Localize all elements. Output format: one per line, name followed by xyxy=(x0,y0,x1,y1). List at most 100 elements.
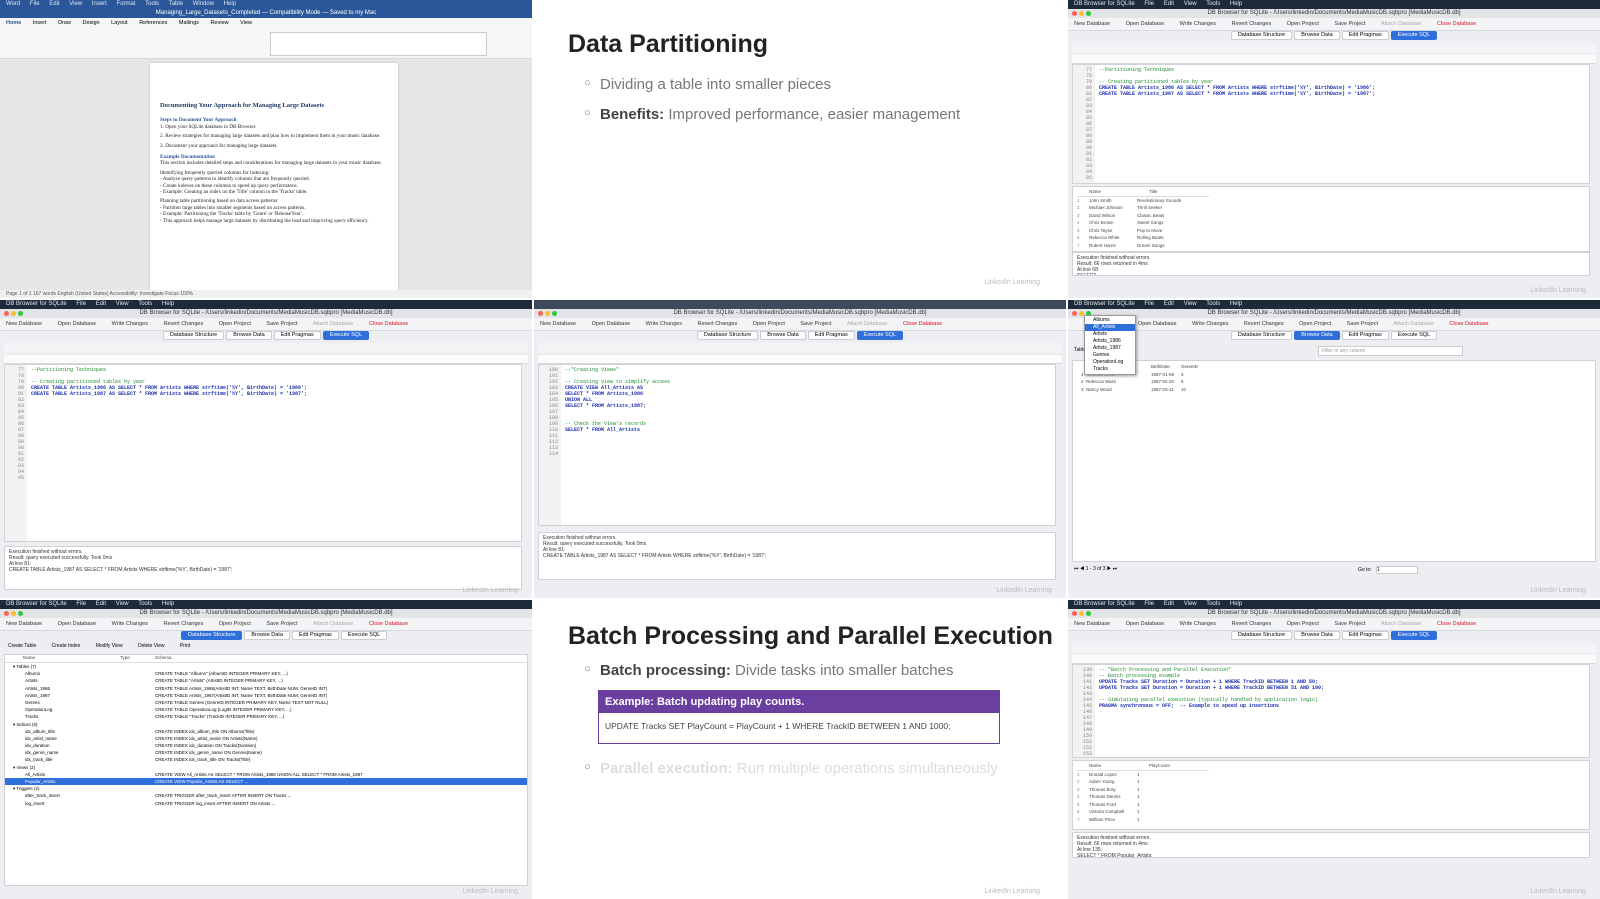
tab-edit-pragmas[interactable]: Edit Pragmas xyxy=(273,331,321,340)
new-database-button[interactable]: New Database xyxy=(6,321,42,327)
menu-file[interactable]: File xyxy=(76,601,86,607)
browse-cell[interactable]: 10 xyxy=(1181,386,1211,394)
result-cell[interactable]: William Price xyxy=(1089,816,1137,824)
browse-row[interactable]: 2 Rebecca Ward 1987-02-26 5 xyxy=(1081,378,1211,386)
tab-browse-data[interactable]: Browse Data xyxy=(1294,331,1340,340)
result-cell[interactable]: Thrill Seeker xyxy=(1137,204,1207,212)
result-column-header[interactable]: Name xyxy=(1077,762,1149,770)
menu-app[interactable]: DB Browser for SQLite xyxy=(6,301,67,307)
tab-execute-sql[interactable]: Execute SQL xyxy=(340,631,388,640)
attach-database-button[interactable]: Attach Database xyxy=(1381,621,1422,627)
menu-view[interactable]: View xyxy=(1184,1,1197,7)
schema-row[interactable]: idx_track_title CREATE INDEX idx_track_ti… xyxy=(5,756,527,763)
menu-format[interactable]: Format xyxy=(117,1,136,7)
tab-edit-pragmas[interactable]: Edit Pragmas xyxy=(1341,31,1389,40)
close-database-button[interactable]: Close Database xyxy=(369,621,408,627)
window-controls[interactable] xyxy=(1072,11,1093,18)
create-index-button[interactable]: Create Index xyxy=(52,643,81,649)
menu-view[interactable]: View xyxy=(116,301,129,307)
open-database-button[interactable]: Open Database xyxy=(1126,621,1165,627)
browse-cell[interactable]: 3 Nancy Wood xyxy=(1081,386,1151,394)
open-project-button[interactable]: Open Project xyxy=(219,621,251,627)
result-cell[interactable]: David Wilson xyxy=(1089,212,1137,220)
sql-editor[interactable]: 77 78 79 80 81 82 83 84 85 86 87 88 89 90 91 92 93 94 95 -… xyxy=(1072,64,1590,184)
attach-database-button[interactable]: Attach Database xyxy=(847,321,888,327)
tab-edit-pragmas[interactable]: Edit Pragmas xyxy=(291,631,339,640)
menu-help[interactable]: Help xyxy=(1230,601,1242,607)
tab-browse-data[interactable]: Browse Data xyxy=(226,331,272,340)
sql-editor[interactable]: 139 140 141 142 143 144 145 146 147 148 149 150 151 1… xyxy=(1072,664,1590,758)
browse-cell[interactable]: 2 Rebecca Ward xyxy=(1081,378,1151,386)
result-cell[interactable]: Chris Taylor xyxy=(1089,227,1137,235)
sql-file-tabs[interactable] xyxy=(1072,655,1596,664)
tab-browse-data[interactable]: Browse Data xyxy=(1294,631,1340,640)
write-changes-button[interactable]: Write Changes xyxy=(646,321,682,327)
table-option[interactable]: All_Artists xyxy=(1085,324,1135,331)
result-row[interactable]: 4 Thomas Dennis 1 xyxy=(1077,793,1209,801)
goto-input[interactable]: 1 xyxy=(1376,566,1419,574)
menu-file[interactable]: File xyxy=(76,301,86,307)
menu-file[interactable]: File xyxy=(1144,1,1154,7)
result-cell[interactable]: Michael Johnson xyxy=(1089,204,1137,212)
browse-cell[interactable]: 5 xyxy=(1181,378,1211,386)
result-cell[interactable]: Thomas Bray xyxy=(1089,786,1137,794)
menu-edit[interactable]: Edit xyxy=(1164,1,1174,7)
window-controls[interactable] xyxy=(4,311,25,318)
sql-editor[interactable]: 100 101 102 103 104 105 106 107 108 109 110 111 112 1… xyxy=(538,364,1056,526)
browse-cell[interactable]: 1987-03-11 xyxy=(1151,386,1181,394)
menu-table[interactable]: Table xyxy=(169,1,183,7)
tab-execute-sql[interactable]: Execute SQL xyxy=(322,331,370,340)
schema-row[interactable]: OperationLog CREATE TABLE OperationLog (L… xyxy=(5,706,527,713)
attach-database-button[interactable]: Attach Database xyxy=(1381,21,1422,27)
menu-insert[interactable]: Insert xyxy=(92,1,107,7)
result-row[interactable]: 1 Donald Lopez 1 xyxy=(1077,771,1209,779)
result-column-header[interactable]: Name xyxy=(1077,188,1149,196)
result-cell[interactable]: Pop to Move xyxy=(1137,227,1207,235)
result-row[interactable]: 7 Robert Harris Dream Songs xyxy=(1077,242,1209,250)
result-row[interactable]: 2 Adam Young 1 xyxy=(1077,778,1209,786)
schema-row[interactable]: log_insert CREATE TRIGGER log_insert AFTE… xyxy=(5,800,527,807)
open-project-button[interactable]: Open Project xyxy=(1299,321,1331,327)
schema-row[interactable]: ▾ Views (2) xyxy=(5,764,527,771)
tab-browse-data[interactable]: Browse Data xyxy=(760,331,806,340)
table-option[interactable]: Artists xyxy=(1085,331,1135,338)
browse-row[interactable]: 3 Nancy Wood 1987-03-11 10 xyxy=(1081,386,1211,394)
open-database-button[interactable]: Open Database xyxy=(58,321,97,327)
tab-browse-data[interactable]: Browse Data xyxy=(1294,31,1340,40)
menu-file[interactable]: File xyxy=(1144,301,1154,307)
result-row[interactable]: 1 John Smith Revolutionary Sounds xyxy=(1077,197,1209,205)
menu-edit[interactable]: Edit xyxy=(96,301,106,307)
table-dropdown[interactable]: Albums All_Artists Artists Artists_1986 Arti… xyxy=(1084,315,1136,375)
new-database-button[interactable]: New Database xyxy=(540,321,576,327)
menu-app[interactable]: DB Browser for SQLite xyxy=(1074,301,1135,307)
menu-edit[interactable]: Edit xyxy=(49,1,59,7)
menu-app[interactable]: DB Browser for SQLite xyxy=(6,601,67,607)
revert-changes-button[interactable]: Revert Changes xyxy=(163,321,203,327)
result-cell[interactable]: Adam Young xyxy=(1089,778,1137,786)
sql-code[interactable]: --"Creating Views" -- Creating view to s… xyxy=(565,367,1053,433)
table-option[interactable]: Albums xyxy=(1085,317,1135,324)
revert-changes-button[interactable]: Revert Changes xyxy=(1231,621,1271,627)
result-cell[interactable]: Robert Harris xyxy=(1089,242,1137,250)
result-cell[interactable]: Donald Lopez xyxy=(1089,771,1137,779)
browse-column-header[interactable]: BirthDate xyxy=(1151,363,1181,371)
save-project-button[interactable]: Save Project xyxy=(800,321,831,327)
browse-cell[interactable]: 1987-01-08 xyxy=(1151,371,1181,379)
ribbon-tab-references[interactable]: References xyxy=(139,20,167,26)
close-database-button[interactable]: Close Database xyxy=(903,321,942,327)
result-row[interactable]: 7 William Price 1 xyxy=(1077,816,1209,824)
attach-database-button[interactable]: Attach Database xyxy=(313,321,354,327)
result-cell[interactable]: 1 xyxy=(1137,771,1207,779)
results-grid[interactable]: Name Title 1 John Smith Revolutionary Sounds… xyxy=(1072,186,1590,252)
menu-edit[interactable]: Edit xyxy=(1164,301,1174,307)
open-database-button[interactable]: Open Database xyxy=(1126,21,1165,27)
document-page[interactable]: Documenting Your Approach for Managing L… xyxy=(150,63,398,293)
ribbon-tab-mailings[interactable]: Mailings xyxy=(179,20,199,26)
menu-window[interactable]: Window xyxy=(193,1,214,7)
attach-database-button[interactable]: Attach Database xyxy=(313,621,354,627)
revert-changes-button[interactable]: Revert Changes xyxy=(697,321,737,327)
new-database-button[interactable]: New Database xyxy=(6,621,42,627)
revert-changes-button[interactable]: Revert Changes xyxy=(1244,321,1284,327)
tab-execute-sql[interactable]: Execute SQL xyxy=(856,331,904,340)
close-database-button[interactable]: Close Database xyxy=(1437,621,1476,627)
